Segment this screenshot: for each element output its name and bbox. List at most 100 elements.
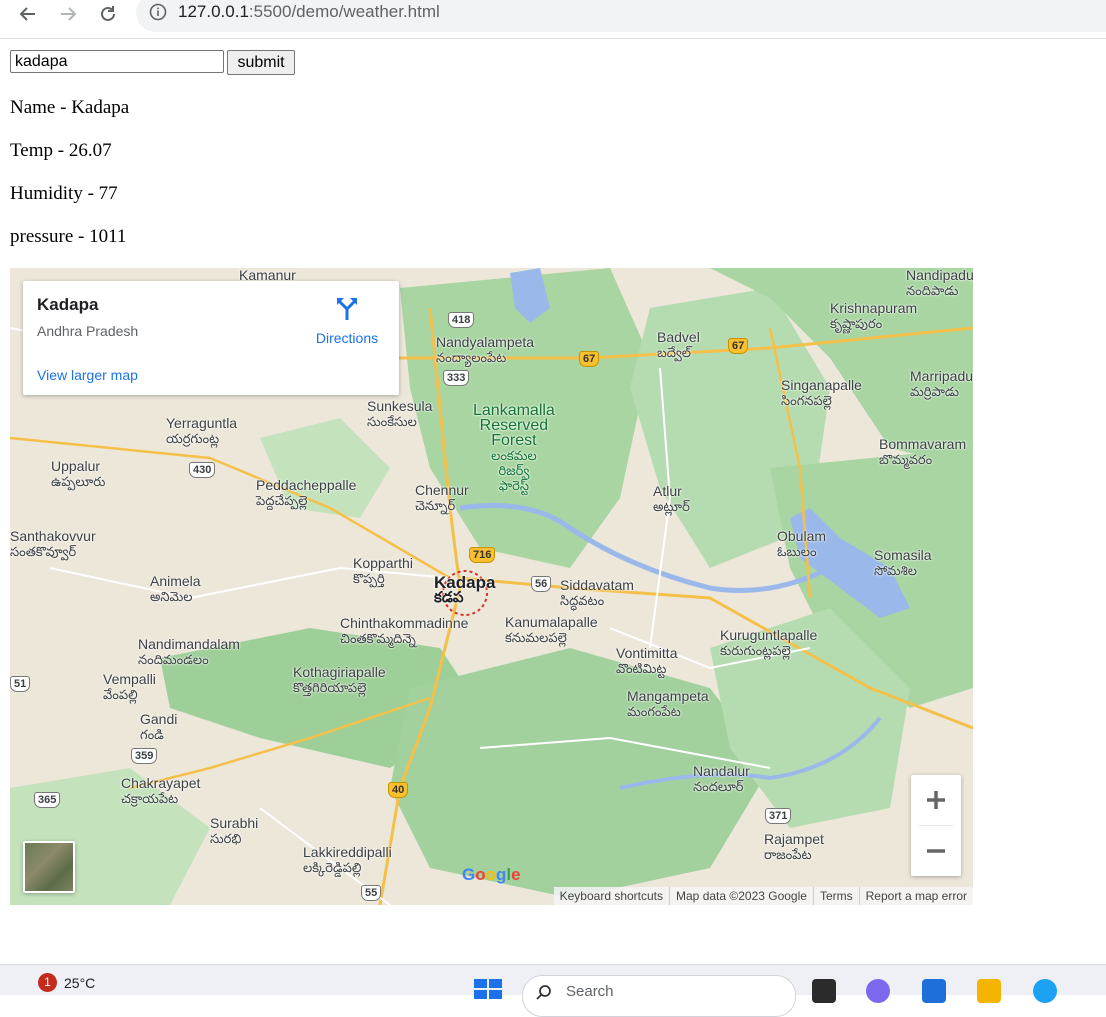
plus-icon bbox=[927, 791, 945, 809]
place-label: Nandipadu నందిపాడు bbox=[906, 268, 973, 298]
arrow-right-icon bbox=[61, 7, 77, 21]
report-error-link[interactable]: Report a map error bbox=[858, 887, 973, 905]
windows-start-icon[interactable] bbox=[474, 979, 502, 999]
map-data-text: Map data ©2023 Google bbox=[669, 887, 813, 905]
weather-name: Name - Kadapa bbox=[10, 97, 130, 118]
place-label: Bommavaram బొమ్మవరం bbox=[879, 436, 967, 468]
teams-icon[interactable] bbox=[866, 979, 890, 1003]
place-label: Kuruguntlapalle కురుగుంట్లపల్లె bbox=[720, 627, 818, 659]
zoom-in-button[interactable] bbox=[911, 775, 961, 825]
place-label: Atlur అట్లూర్ bbox=[653, 483, 690, 515]
place-label: Siddavatam సిద్ధవటం bbox=[560, 577, 634, 609]
highway-shield: 359 bbox=[131, 748, 158, 764]
weather-badge[interactable]: 1 bbox=[38, 973, 57, 992]
forest-label-te3: ఫారెస్ట్ bbox=[498, 478, 530, 493]
highway-shield: 40 bbox=[388, 782, 409, 798]
url-host: 127.0.0.1 bbox=[178, 2, 249, 21]
place-label: Vempalli వేంపల్లి bbox=[103, 671, 156, 703]
directions-icon bbox=[337, 298, 357, 320]
highway-shield: 56 bbox=[531, 576, 552, 592]
place-label: Somasila సోమశిల bbox=[874, 547, 932, 579]
place-label: Peddacheppalle పెద్దచేప్పల్లె bbox=[256, 477, 357, 509]
google-logo: Google bbox=[462, 865, 521, 884]
place-label: Chakrayapet చక్రాయపేట bbox=[121, 775, 201, 807]
highway-shield: 418 bbox=[448, 312, 475, 328]
place-label: Marripadu మర్రిపాడు bbox=[910, 368, 973, 400]
place-label: Gandi గండి bbox=[140, 711, 178, 743]
forest-label: Lankamalla Reserved Forest లంకమల రిజర్వ్… bbox=[473, 403, 555, 494]
place-label: Nandimandalam నందిమండలం bbox=[138, 636, 240, 668]
satellite-toggle[interactable] bbox=[23, 841, 75, 893]
file-explorer-icon[interactable] bbox=[977, 979, 1001, 1003]
place-card-subtitle: Andhra Pradesh bbox=[37, 323, 139, 339]
taskbar-search-placeholder: Search bbox=[566, 983, 614, 1000]
highway-shield: 365 bbox=[34, 792, 61, 808]
back-button[interactable] bbox=[16, 2, 40, 26]
highway-shield: 333 bbox=[443, 370, 470, 386]
highway-shield: 716 bbox=[469, 547, 496, 563]
place-label: Santhakovvur సంతకొవ్వూర్ bbox=[10, 528, 96, 560]
submit-button[interactable]: submit bbox=[227, 50, 295, 75]
taskbar-weather-temp[interactable]: 25°C bbox=[64, 975, 95, 991]
forest-label-te2: రిజర్వ్ bbox=[498, 463, 530, 478]
place-label: Nandyalampeta నంద్యాలంపేట bbox=[436, 334, 535, 366]
highway-shield: 430 bbox=[189, 462, 216, 478]
keyboard-shortcuts-link[interactable]: Keyboard shortcuts bbox=[554, 887, 669, 905]
place-label: Krishnapuram కృష్ణాపురం bbox=[830, 300, 918, 332]
forest-label-line3: Forest bbox=[491, 432, 537, 449]
place-label: Uppalur ఉప్పలూరు bbox=[51, 458, 106, 490]
terms-link[interactable]: Terms bbox=[812, 887, 859, 905]
city-input[interactable] bbox=[10, 50, 224, 73]
forest-label-te1: లంకమల bbox=[491, 448, 537, 463]
place-label: Badvel బద్వేల్ bbox=[657, 329, 700, 361]
zoom-control bbox=[911, 775, 961, 876]
highway-shield: 67 bbox=[728, 338, 749, 354]
highway-shield: 371 bbox=[765, 808, 792, 824]
url-text[interactable]: 127.0.0.1:5500/demo/weather.html bbox=[178, 2, 440, 22]
taskbar-search[interactable] bbox=[522, 975, 796, 1017]
edge-icon[interactable] bbox=[1033, 979, 1057, 1003]
reload-button[interactable] bbox=[96, 2, 120, 26]
place-label: Rajampet రాజంపేట bbox=[764, 831, 824, 863]
info-icon[interactable] bbox=[148, 2, 168, 22]
place-label: Chinthakommadinne చింతకొమ్మదిన్నె bbox=[340, 615, 469, 647]
taskbar: 1 25°C Search bbox=[0, 964, 1106, 1017]
minus-icon bbox=[927, 849, 945, 853]
forward-button[interactable] bbox=[56, 2, 80, 26]
weather-humidity: Humidity - 77 bbox=[10, 183, 118, 204]
highway-shield: 51 bbox=[10, 676, 31, 692]
place-card-title: Kadapa bbox=[37, 295, 99, 314]
center-city-te: కడప bbox=[434, 589, 464, 606]
place-label: Vontimitta వొంటిమిట్ట bbox=[616, 645, 678, 677]
search-icon bbox=[536, 985, 551, 1000]
zoom-out-button[interactable] bbox=[911, 826, 961, 876]
store-icon[interactable] bbox=[922, 979, 946, 1003]
place-label: Kanumalapalle కనుమలపల్లె bbox=[505, 614, 598, 646]
arrow-left-icon bbox=[19, 7, 35, 21]
place-label: Yerraguntla యర్రగుంట్ల bbox=[166, 415, 238, 447]
place-card: Kadapa Andhra Pradesh View larger map Di… bbox=[23, 281, 399, 395]
place-label: Lakkireddipalli లక్కిరెడ్డిపల్లి bbox=[303, 844, 392, 876]
highway-shield: 55 bbox=[361, 885, 382, 901]
place-label: Kothagiriapalle కొత్తగిరియాపల్లె bbox=[293, 664, 386, 696]
task-view-icon[interactable] bbox=[812, 979, 836, 1003]
place-label: Singanapalle సింగనపల్లె bbox=[781, 377, 862, 409]
place-label: Obulam ఓబులం bbox=[777, 528, 827, 560]
map-attribution: Keyboard shortcuts Map data ©2023 Google… bbox=[553, 887, 973, 905]
directions-label: Directions bbox=[315, 330, 379, 346]
weather-pressure: pressure - 1011 bbox=[10, 226, 127, 247]
highway-shield: 67 bbox=[579, 351, 600, 367]
browser-toolbar: 127.0.0.1:5500/demo/weather.html bbox=[0, 0, 1106, 39]
place-label: Chennur చెన్నూర్ bbox=[415, 482, 469, 514]
map-center-city[interactable]: Kadapa కడప bbox=[434, 574, 495, 606]
directions-button[interactable]: Directions bbox=[305, 295, 389, 346]
embedded-map[interactable]: Lankamalla Reserved Forest లంకమల రిజర్వ్… bbox=[10, 268, 973, 905]
place-label: Surabhi సురభి bbox=[210, 815, 259, 847]
place-label: Kopparthi కొప్పర్తి bbox=[353, 555, 413, 587]
place-label: Mangampeta మంగంపేట bbox=[627, 688, 709, 720]
weather-temp: Temp - 26.07 bbox=[10, 140, 112, 161]
place-label: Sunkesula సుంకేసుల bbox=[367, 398, 433, 430]
view-larger-map-link[interactable]: View larger map bbox=[37, 367, 138, 383]
reload-icon bbox=[101, 6, 115, 21]
place-label: Nandalur నందలూర్ bbox=[693, 763, 750, 795]
